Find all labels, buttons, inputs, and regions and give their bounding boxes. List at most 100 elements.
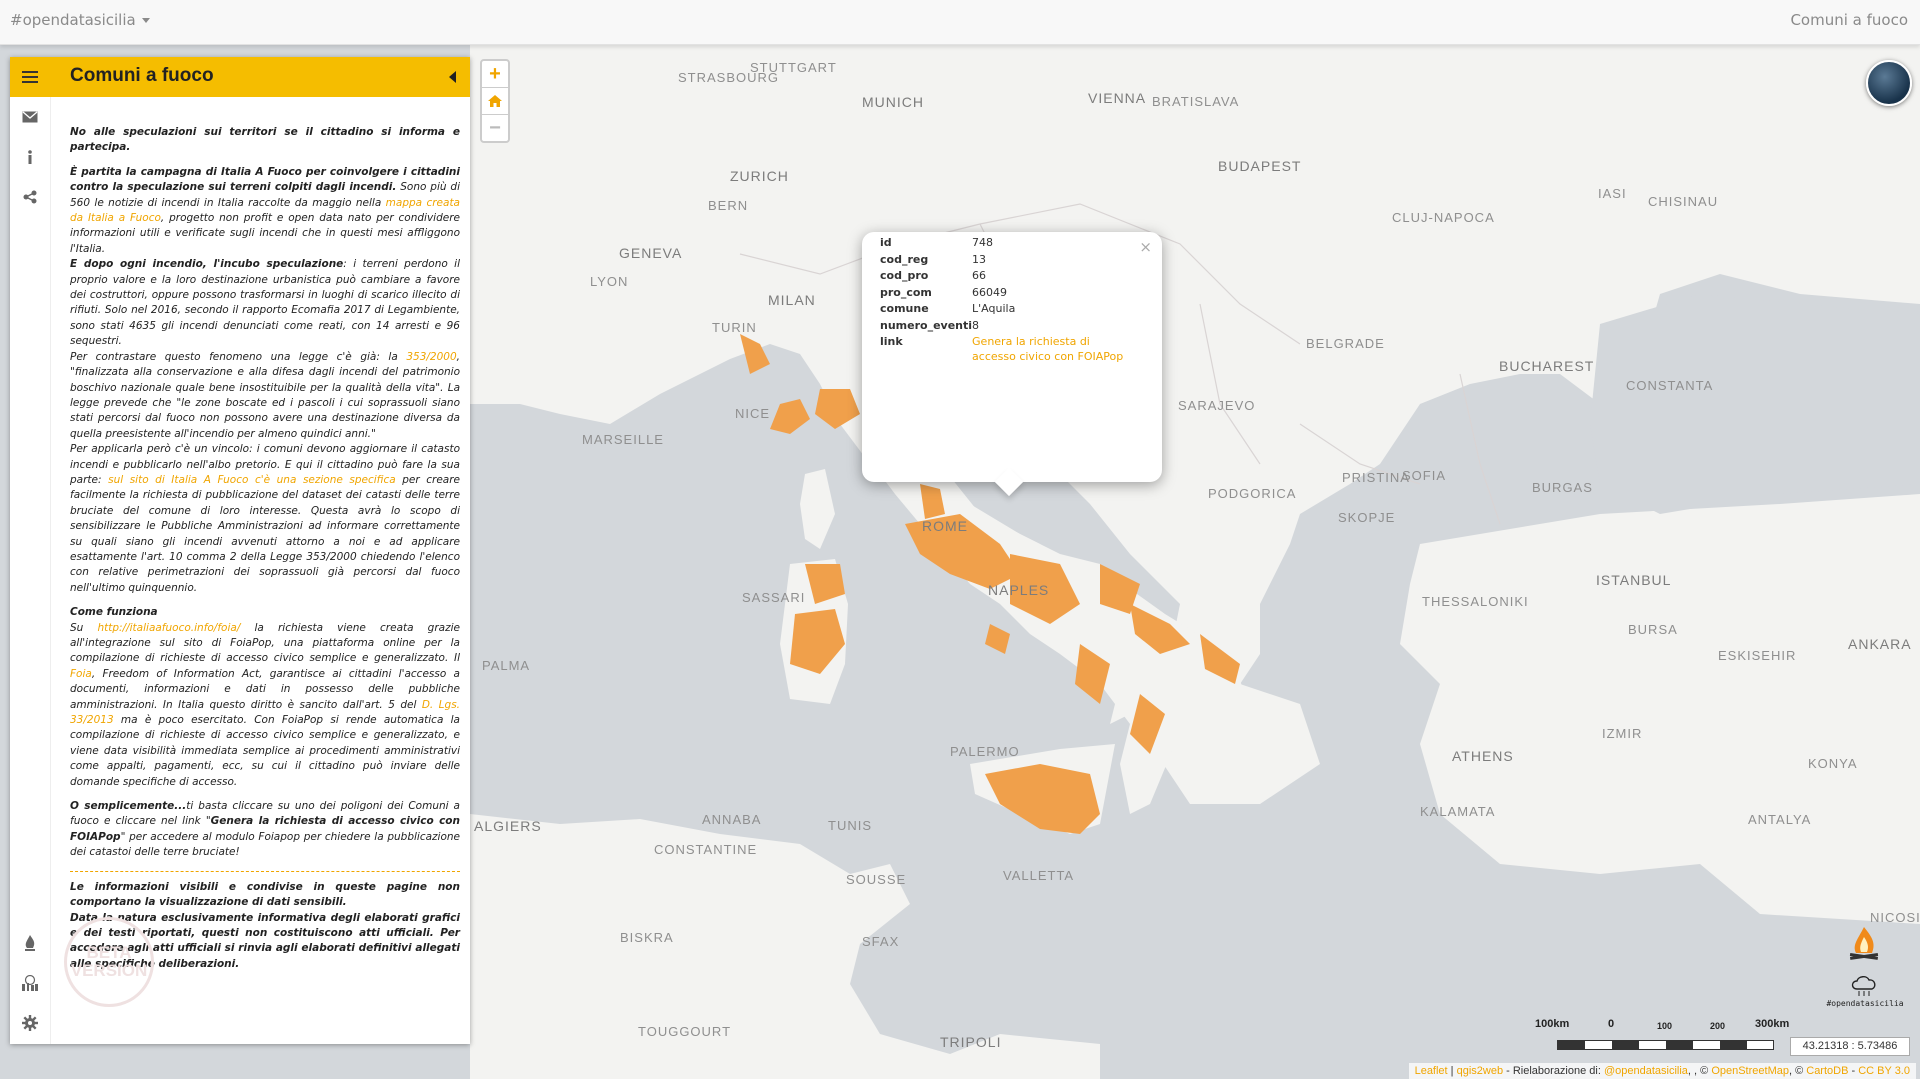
map-label-burgas: BURGAS (1532, 480, 1593, 495)
map-label-touggourt: TOUGGOURT (638, 1024, 732, 1039)
sidebar-tabs (10, 57, 51, 1044)
zoom-control: + − (480, 59, 510, 143)
scale-label: 300km (1755, 1018, 1790, 1030)
map-label-naples: NAPLES (988, 582, 1050, 598)
zoom-out-button[interactable]: − (482, 115, 508, 141)
map-label-podgorica: PODGORICA (1208, 486, 1297, 501)
table-row: pro_com 66049 (880, 285, 1008, 299)
sidebar-tab-city[interactable] (10, 963, 50, 1003)
map-label-pristina: PRISTINA (1342, 470, 1410, 485)
map-label-thessaloniki: THESSALONIKI (1422, 594, 1529, 609)
zoom-in-button[interactable]: + (482, 61, 508, 88)
caret-down-icon (141, 18, 150, 23)
map-label-turin: TURIN (712, 320, 757, 335)
map-label-bern: BERN (708, 198, 749, 213)
cloud-rain-icon (1851, 976, 1876, 996)
pane-header: Comuni a fuoco (50, 57, 470, 97)
scale-bar: 100km 0 100 200 300km (1535, 1018, 1789, 1050)
nav-title-link[interactable]: Comuni a fuoco (1790, 11, 1908, 29)
link-openstreetmap[interactable]: OpenStreetMap (1711, 1065, 1789, 1077)
link-leaflet[interactable]: Leaflet (1415, 1065, 1448, 1077)
land-corsica (800, 469, 835, 549)
paragraph-constraint: Per applicarla però c'è un vincolo: i co… (70, 443, 460, 594)
map-label-geneva: GENEVA (619, 245, 683, 261)
paragraph-how-it-works: Su http://italiaafuoco.info/foia/ la ric… (70, 621, 460, 788)
link-cartodb[interactable]: CartoDB (1806, 1065, 1848, 1077)
map-label-chisinau: CHISINAU (1648, 194, 1719, 209)
popup-close-button[interactable]: × (1139, 238, 1152, 256)
map-label-eskisehir: ESKISEHIR (1718, 648, 1797, 663)
land-africa (470, 814, 1100, 1079)
scale-label: 200 (1710, 1021, 1726, 1031)
map-label-annaba: ANNABA (702, 812, 762, 827)
map-attribution: Leaflet | qgis2web - Rielaborazione di: … (1408, 1063, 1916, 1079)
map-label-biskra: BISKRA (620, 930, 674, 945)
map-label-sassari: SASSARI (742, 590, 806, 605)
table-row: cod_pro 66 (880, 269, 987, 282)
intro-heading: No alle speculazioni sui territori se il… (70, 126, 460, 154)
link-foia[interactable]: Foia (70, 668, 92, 680)
map-label-sarajevo: SARAJEVO (1178, 398, 1256, 413)
layer-switcher-globe-icon[interactable] (1866, 60, 1912, 106)
share-icon (23, 190, 37, 204)
paragraph-campaign: È partita la campagna di Italia A Fuoco … (70, 165, 460, 255)
map-label-antalya: ANTALYA (1748, 812, 1812, 827)
mouse-coordinates: 43.21318 : 5.73486 (1790, 1037, 1910, 1056)
map-label-sfax: SFAX (862, 934, 900, 949)
map-label-nice: NICE (735, 406, 771, 421)
top-navbar: #opendatasicilia Comuni a fuoco (0, 0, 1920, 45)
menu-icon (22, 71, 38, 83)
opendatasicilia-logo-caption: #opendatasicilia (1826, 999, 1904, 1008)
map-label-constantine: CONSTANTINE (654, 842, 758, 857)
map-label-bucharest: BUCHAREST (1499, 358, 1595, 374)
sidebar-tab-fire[interactable] (10, 923, 50, 963)
link-sezione-specifica[interactable]: sul sito di Italia A Fuoco c'è una sezio… (108, 474, 396, 486)
scale-label: 0 (1608, 1018, 1615, 1030)
map-label-milan: MILAN (768, 292, 816, 308)
link-law-353-2000[interactable]: 353/2000 (406, 351, 456, 363)
map-label-belgrade: BELGRADE (1306, 336, 1385, 351)
info-icon (28, 150, 32, 164)
brand-dropdown[interactable]: #opendatasicilia (10, 11, 150, 29)
scale-bar-graphic (1557, 1040, 1774, 1050)
table-row: id 748 (880, 236, 994, 249)
map-label-kalamata: KALAMATA (1420, 804, 1496, 819)
sidebar-tab-share[interactable] (10, 177, 50, 217)
link-opendatasicilia[interactable]: @opendatasicilia (1604, 1065, 1688, 1077)
gear-icon (22, 1015, 38, 1031)
link-italiaafuoco-foia[interactable]: http://italiaafuoco.info/foia/ (97, 622, 240, 634)
how-it-works-heading: Come funziona (70, 606, 158, 619)
sidebar-tab-settings[interactable] (10, 1003, 50, 1043)
popup-attributes-table: id 748 cod_reg 13 cod_pro 66 pro_com 66049 c… (880, 235, 1132, 365)
zoom-home-button[interactable] (482, 88, 508, 115)
table-row: comune L'Aquila (880, 302, 1016, 315)
map-label-athens: ATHENS (1452, 748, 1514, 764)
paragraph-law: Per contrastare questo fenomeno una legg… (70, 350, 460, 440)
link-qgis2web[interactable]: qgis2web (1457, 1065, 1503, 1077)
black-sea (1590, 294, 1920, 514)
map-label-nicosia: NICOSIA (1870, 910, 1920, 925)
map-label-budapest: BUDAPEST (1218, 158, 1302, 174)
map-label-rome: ROME (922, 518, 968, 534)
map-label-munich: MUNICH (862, 94, 924, 110)
fire-icon (25, 935, 35, 951)
map-label-izmir: IZMIR (1602, 726, 1643, 741)
collapse-sidebar-icon[interactable] (449, 71, 456, 83)
brand-label: #opendatasicilia (10, 11, 136, 29)
map-label-tripoli: TRIPOLI (940, 1034, 1002, 1050)
sidebar-tab-info[interactable] (10, 137, 50, 177)
pane-title: Comuni a fuoco (70, 65, 214, 86)
link-cc-by[interactable]: CC BY 3.0 (1858, 1065, 1910, 1077)
map-label-sofia: SOFIA (1402, 468, 1447, 483)
sidebar-tab-menu[interactable] (10, 57, 50, 97)
sidebar-tab-contact[interactable] (10, 97, 50, 137)
opendatasicilia-logo: #opendatasicilia (1820, 975, 1910, 1008)
table-row: cod_reg 13 (880, 252, 987, 266)
envelope-icon (22, 111, 38, 123)
home-icon (488, 95, 502, 107)
foiapop-request-link[interactable]: Genera la richiesta di accesso civico co… (972, 335, 1123, 363)
table-row: link Genera la richiesta di accesso civic… (880, 335, 1124, 363)
map-label-constanta: CONSTANTA (1626, 378, 1714, 393)
fire-logo-icon (1846, 925, 1882, 969)
map-label-cluj-napoca: CLUJ-NAPOCA (1392, 210, 1495, 225)
